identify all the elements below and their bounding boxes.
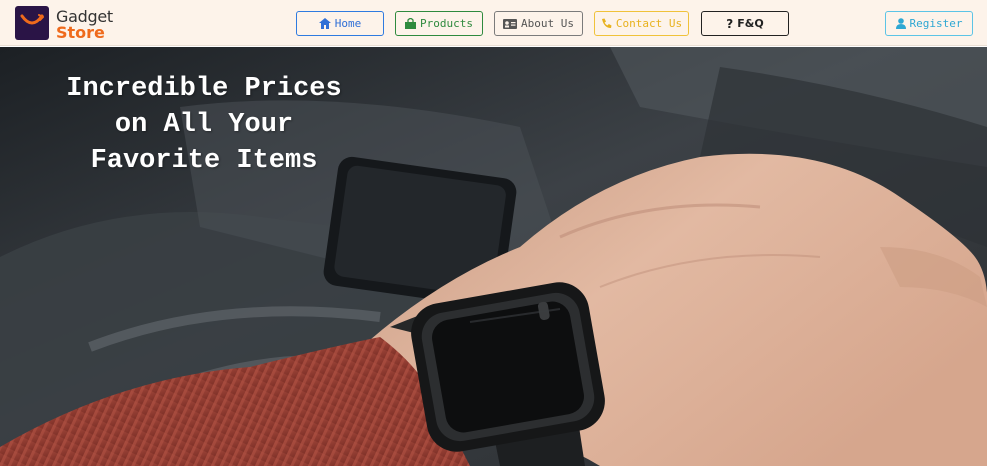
- user-icon: [895, 18, 906, 29]
- contact-us-button[interactable]: Contact Us: [594, 11, 689, 36]
- register-button-label: Register: [909, 17, 963, 30]
- phone-icon: [601, 18, 612, 29]
- id-card-icon: [503, 18, 517, 29]
- hero-headline: Incredible Prices on All Your Favorite I…: [14, 71, 394, 179]
- faq-button-label: F&Q: [737, 17, 764, 30]
- faq-button[interactable]: ? F&Q: [701, 11, 789, 36]
- hero-banner: Incredible Prices on All Your Favorite I…: [0, 47, 987, 466]
- hero-headline-line2: on All Your: [114, 110, 294, 140]
- shopping-bag-icon: [405, 18, 416, 29]
- brand-logo[interactable]: Gadget Store: [15, 6, 135, 42]
- about-us-button[interactable]: About Us: [494, 11, 583, 36]
- about-us-button-label: About Us: [521, 17, 574, 30]
- home-icon: [318, 18, 331, 29]
- home-button-label: Home: [334, 17, 362, 30]
- question-icon: ?: [726, 16, 734, 31]
- register-button[interactable]: Register: [885, 11, 973, 36]
- contact-us-button-label: Contact Us: [615, 17, 683, 30]
- home-button[interactable]: Home: [296, 11, 384, 36]
- products-button[interactable]: Products: [395, 11, 483, 36]
- site-header: Gadget Store Home Products About Us Cont…: [0, 0, 987, 46]
- hero-headline-line1: Incredible Prices: [66, 74, 342, 104]
- shopping-smile-icon: [15, 6, 49, 40]
- hero-headline-line3: Favorite Items: [90, 146, 318, 176]
- brand-name-line2: Store: [56, 23, 105, 42]
- products-button-label: Products: [420, 17, 473, 30]
